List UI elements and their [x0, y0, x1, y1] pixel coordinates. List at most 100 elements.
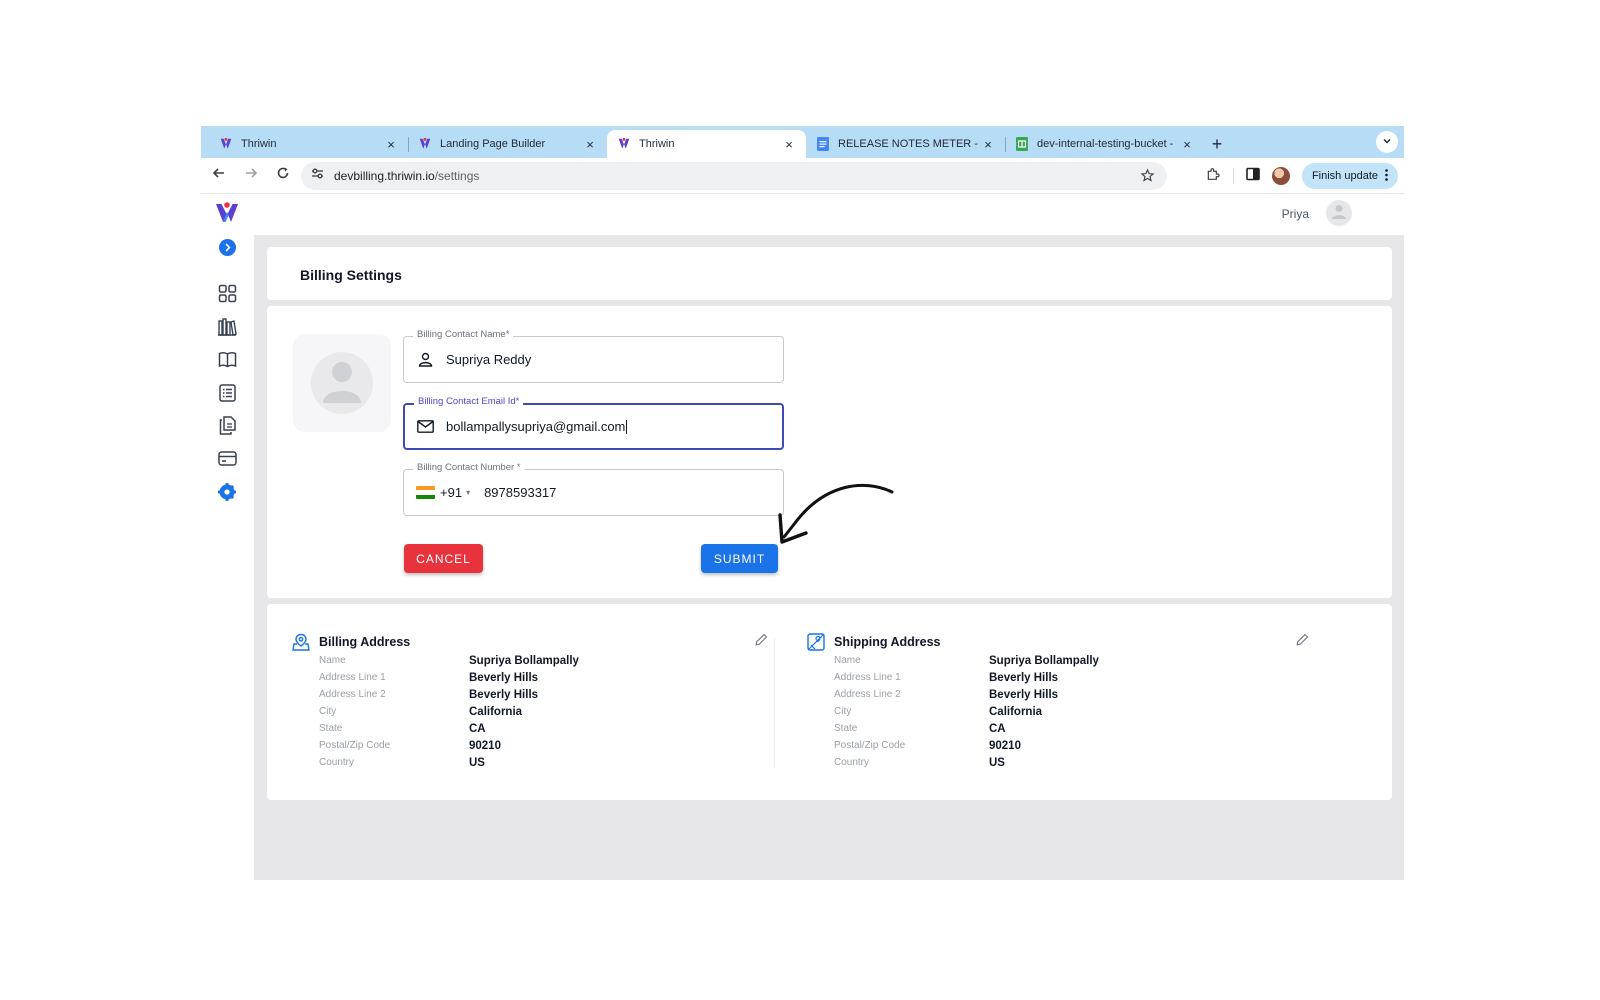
cancel-button[interactable]: CANCEL [404, 544, 483, 573]
more-vertical-icon [1385, 168, 1388, 184]
addr-label: Postal/Zip Code [834, 740, 906, 751]
sidebar-item-list[interactable] [215, 383, 239, 407]
profile-avatar[interactable] [1271, 167, 1290, 185]
billing-contact-email-input[interactable]: bollampallysupriya@gmail.com [446, 419, 628, 435]
close-icon[interactable]: × [782, 137, 796, 152]
finish-update-button[interactable]: Finish update [1301, 163, 1398, 189]
library-icon [217, 317, 237, 341]
url-path: /settings [434, 169, 480, 183]
addr-value: Beverly Hills [469, 688, 539, 701]
addr-label: Name [834, 655, 861, 666]
close-icon[interactable]: × [384, 137, 398, 152]
user-avatar[interactable] [1326, 200, 1352, 226]
tab-release-notes[interactable]: RELEASE NOTES METER - Go × [806, 130, 1005, 158]
address-card: Billing Address Name Supriya Bollampally … [267, 604, 1392, 800]
addr-label: City [319, 706, 337, 717]
sidebar [201, 194, 254, 880]
app-topbar: Priya [254, 194, 1404, 235]
addr-label: Address Line 1 [834, 672, 901, 683]
chevron-down-icon [1382, 133, 1392, 151]
shipping-row-country: Country US [834, 754, 1286, 771]
shipping-row-line2: Address Line 2 Beverly Hills [834, 686, 1286, 703]
user-avatar-icon [1330, 202, 1348, 225]
address-bar[interactable]: devbilling.thriwin.io/settings [301, 162, 1167, 190]
text-caret [626, 420, 628, 435]
user-placeholder-icon [320, 357, 364, 410]
extensions-icon[interactable] [1205, 166, 1221, 187]
tab-title: RELEASE NOTES METER - Go [838, 138, 981, 150]
edit-shipping-address-button[interactable] [1292, 632, 1312, 652]
dial-code[interactable]: +91 [440, 485, 462, 500]
shipping-address-title: Shipping Address [834, 635, 941, 649]
edit-billing-address-button[interactable] [751, 632, 771, 652]
thriwin-logo-icon [219, 137, 233, 151]
docs-icon [816, 137, 830, 151]
billing-contact-name-label: Billing Contact Name* [413, 329, 514, 340]
sidebar-item-library[interactable] [215, 317, 239, 341]
addr-label: City [834, 706, 852, 717]
tab-strip: Thriwin × Landing Page Builder × Thriwin… [201, 126, 1404, 158]
tab-title: dev-internal-testing-bucket - [1037, 138, 1174, 150]
billing-contact-name-field[interactable]: Billing Contact Name* Supriya Reddy [403, 329, 784, 383]
site-settings-icon[interactable] [311, 167, 324, 185]
billing-contact-number-input[interactable]: 8978593317 [484, 485, 556, 500]
sidebar-item-settings[interactable] [215, 482, 239, 506]
reload-button[interactable] [269, 162, 297, 190]
tab-thriwin-active[interactable]: Thriwin × [607, 130, 806, 158]
billing-contact-email-field[interactable]: Billing Contact Email Id* bollampallysup… [403, 396, 784, 450]
page-title: Billing Settings [300, 267, 402, 283]
tab-title: Thriwin [241, 138, 277, 150]
chevron-right-icon [218, 239, 236, 261]
user-name: Priya [1281, 207, 1309, 221]
shipping-row-line1: Address Line 1 Beverly Hills [834, 669, 1286, 686]
billing-row-country: Country US [319, 754, 771, 771]
tab-title: Landing Page Builder [440, 138, 546, 150]
shipping-address-section: Shipping Address Name Supriya Bollampally… [806, 632, 1308, 771]
profile-photo-upload[interactable] [293, 334, 391, 432]
side-panel-icon[interactable] [1246, 167, 1260, 186]
annotation-arrow-icon [778, 483, 894, 544]
close-icon[interactable]: × [583, 137, 597, 152]
close-icon[interactable]: × [1180, 137, 1194, 152]
sidebar-item-documents[interactable] [215, 416, 239, 440]
sidebar-item-dashboard[interactable] [215, 284, 239, 308]
url-text[interactable]: devbilling.thriwin.io/settings [334, 169, 479, 183]
location-pin-icon [291, 632, 311, 652]
billing-row-postal: Postal/Zip Code 90210 [319, 737, 771, 754]
billing-contact-name-input[interactable]: Supriya Reddy [446, 352, 531, 367]
arrow-left-icon [212, 166, 226, 185]
billing-row-city: City California [319, 703, 771, 720]
back-button[interactable] [205, 162, 233, 190]
tab-testing-bucket[interactable]: dev-internal-testing-bucket - × [1005, 130, 1204, 158]
shipping-row-state: State CA [834, 720, 1286, 737]
india-flag-icon[interactable] [416, 486, 435, 499]
shipping-address-header: Shipping Address [806, 632, 1308, 652]
addr-value: US [469, 756, 485, 769]
logo-icon[interactable] [215, 201, 239, 225]
addr-label: Postal/Zip Code [319, 740, 391, 751]
billing-contact-email-label: Billing Contact Email Id* [414, 396, 524, 407]
caret-down-icon[interactable]: ▾ [466, 488, 470, 497]
tab-landing-page-builder[interactable]: Landing Page Builder × [408, 130, 607, 158]
addr-label: Address Line 2 [834, 689, 901, 700]
billing-row-line2: Address Line 2 Beverly Hills [319, 686, 771, 703]
url-host: devbilling.thriwin.io [334, 169, 435, 183]
tab-search-button[interactable] [1376, 131, 1398, 153]
billing-row-line1: Address Line 1 Beverly Hills [319, 669, 771, 686]
avatar-placeholder [311, 352, 373, 414]
sidebar-item-book[interactable] [215, 350, 239, 374]
close-icon[interactable]: × [981, 137, 995, 152]
address-divider [774, 638, 775, 768]
forward-button[interactable] [237, 162, 265, 190]
sidebar-item-billing[interactable] [215, 449, 239, 473]
new-tab-button[interactable]: + [1204, 130, 1230, 158]
tab-thriwin-1[interactable]: Thriwin × [209, 130, 408, 158]
billing-address-title: Billing Address [319, 635, 411, 649]
browser-toolbar: devbilling.thriwin.io/settings Finish up… [201, 158, 1404, 194]
addr-label: Country [834, 757, 870, 768]
sidebar-expand-button[interactable] [215, 238, 239, 262]
addr-label: Name [319, 655, 346, 666]
addr-label: Address Line 2 [319, 689, 386, 700]
billing-contact-number-field[interactable]: Billing Contact Number * +91 ▾ 897859331… [403, 462, 784, 516]
bookmark-star-icon[interactable] [1140, 168, 1155, 188]
